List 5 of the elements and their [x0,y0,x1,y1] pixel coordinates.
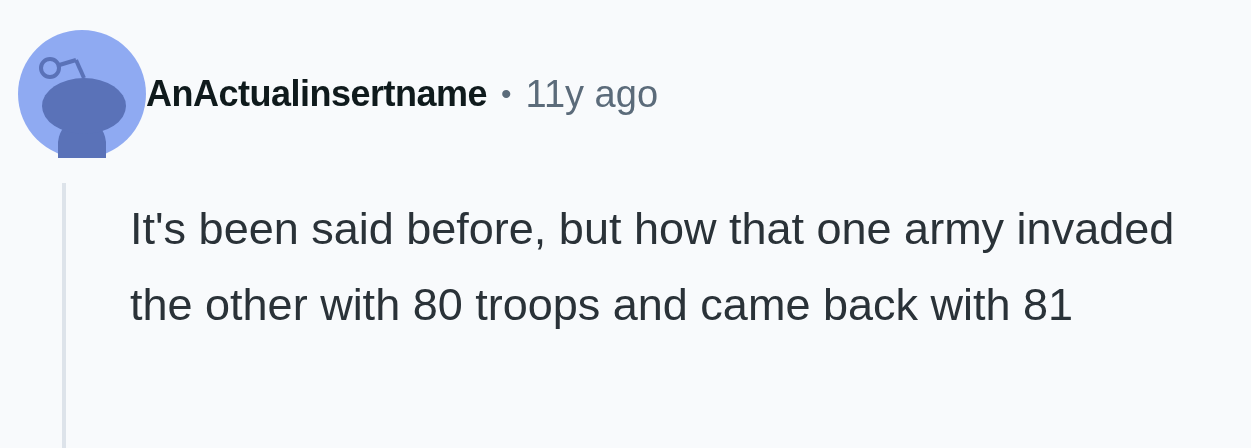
comment-text: It's been said before, but how that one army invaded the other with 80 troops and came back with 81 [130,202,1176,332]
avatar-icon [18,30,146,158]
comment-age: 11y ago [525,72,658,116]
username[interactable]: AnActualinsertname [146,73,488,115]
separator-dot: • [501,77,512,111]
